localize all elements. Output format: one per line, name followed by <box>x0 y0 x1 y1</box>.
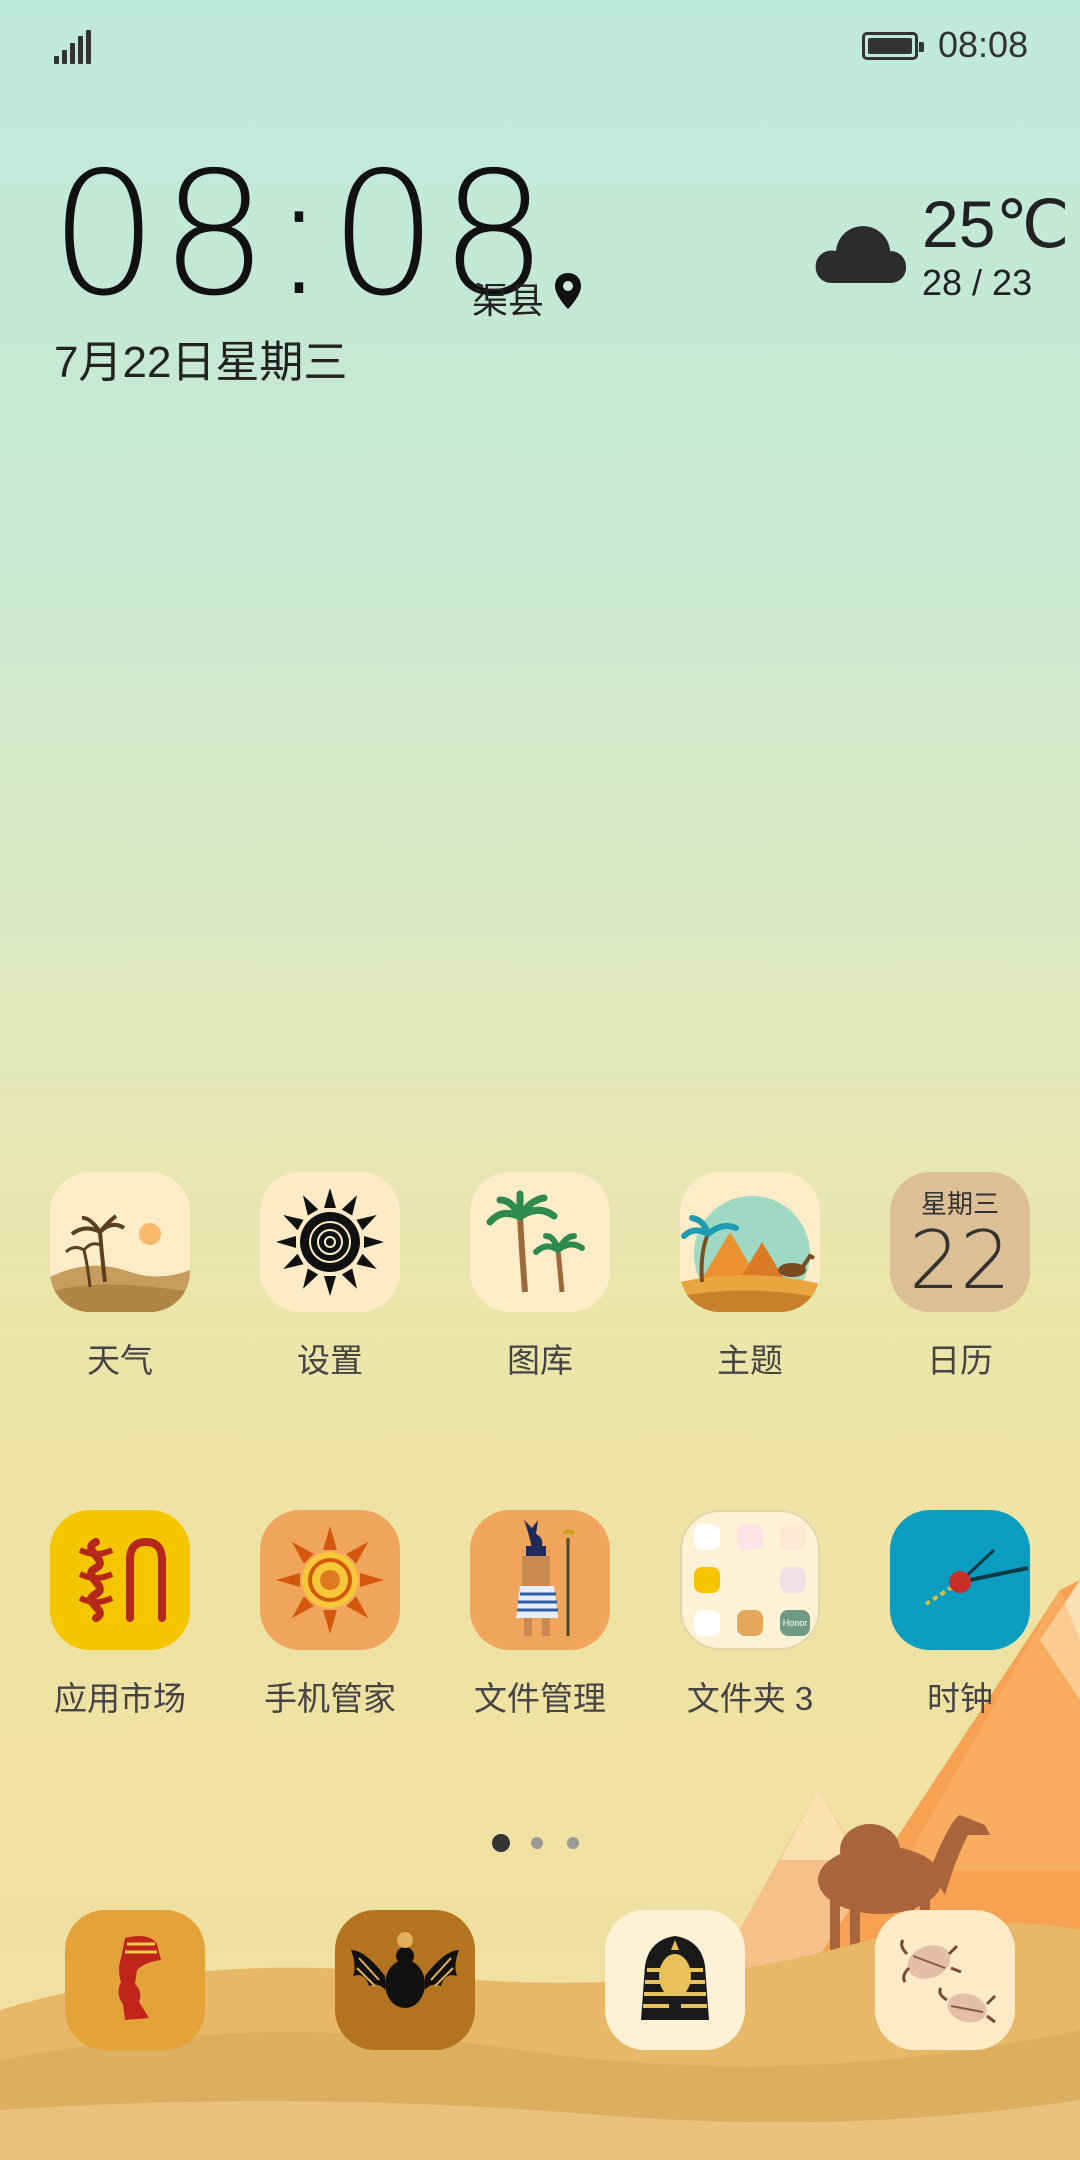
folder-mini-icon <box>780 1524 806 1550</box>
clock-date: 7月22日星期三 <box>54 338 348 387</box>
app-label: 主题 <box>717 1342 783 1379</box>
app-settings[interactable]: 设置 <box>240 1172 420 1382</box>
hieroglyph-icon <box>50 1510 190 1650</box>
folder-mini-icon <box>780 1567 806 1593</box>
app-calendar[interactable]: 星期三 22 日历 <box>870 1172 1050 1382</box>
anubis-icon <box>470 1510 610 1650</box>
app-label: 手机管家 <box>264 1680 396 1717</box>
battery-icon <box>862 32 924 60</box>
folder-mini-icon <box>737 1567 763 1593</box>
clock-city: 渠县 <box>472 280 545 321</box>
location-pin-icon <box>555 273 581 309</box>
signal-icon <box>54 28 94 64</box>
calendar-icon: 星期三 22 <box>890 1172 1030 1312</box>
app-label: 设置 <box>297 1342 363 1379</box>
app-label: 文件管理 <box>474 1680 606 1717</box>
calendar-day: 22 <box>909 1214 1011 1307</box>
temperature: 25℃ <box>922 187 1070 261</box>
app-label: 日历 <box>927 1342 993 1379</box>
palm-sunset-icon <box>50 1172 190 1312</box>
folder-mini-honor: Honor <box>780 1610 810 1636</box>
app-themes[interactable]: 主题 <box>660 1172 840 1382</box>
folder-mini-icon <box>694 1524 720 1550</box>
app-weather[interactable]: 天气 <box>30 1172 210 1382</box>
folder-mini-icon <box>694 1610 720 1636</box>
temperature-range: 28 / 23 <box>922 262 1033 303</box>
app-label: 应用市场 <box>54 1680 186 1717</box>
palm-trees-icon <box>470 1172 610 1312</box>
folder-mini-icon <box>694 1567 720 1593</box>
app-label: 文件夹 3 <box>686 1680 814 1717</box>
folder-mini-icon <box>737 1610 763 1636</box>
cloud-icon <box>815 226 907 283</box>
app-folder-3[interactable]: Honor 文件夹 3 <box>660 1510 840 1720</box>
beetles-icon[interactable] <box>875 1910 1015 2050</box>
pyramid-camel-icon <box>680 1172 820 1312</box>
pharaoh-mask-icon[interactable] <box>605 1910 745 2050</box>
clock-icon <box>890 1510 1030 1650</box>
nefertiti-icon[interactable] <box>65 1910 205 2050</box>
app-clock[interactable]: 时钟 <box>870 1510 1050 1720</box>
status-time: 08:08 <box>938 24 1029 65</box>
scarab-wings-icon[interactable] <box>335 1910 475 2050</box>
folder-icon: Honor <box>680 1510 820 1650</box>
app-phone-manager[interactable]: 手机管家 <box>240 1510 420 1720</box>
app-label: 天气 <box>87 1342 153 1379</box>
app-label: 图库 <box>507 1342 573 1379</box>
page-dot-active[interactable] <box>492 1834 510 1852</box>
orange-sun-icon <box>260 1510 400 1650</box>
page-dot[interactable] <box>531 1837 543 1849</box>
app-file-manager[interactable]: 文件管理 <box>450 1510 630 1720</box>
page-dot[interactable] <box>567 1837 579 1849</box>
app-market[interactable]: 应用市场 <box>30 1510 210 1720</box>
status-bar: 08:08 <box>0 0 1080 90</box>
folder-mini-icon <box>737 1524 763 1550</box>
black-sun-icon <box>260 1172 400 1312</box>
app-label: 时钟 <box>927 1680 993 1717</box>
app-gallery[interactable]: 图库 <box>450 1172 630 1382</box>
